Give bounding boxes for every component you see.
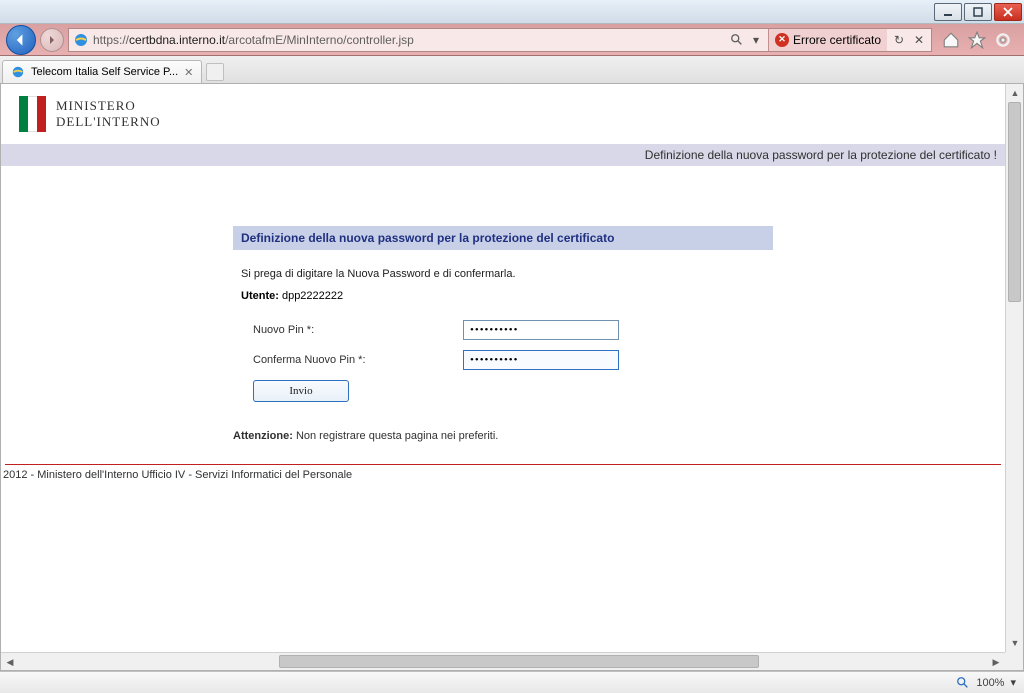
window-maximize-button[interactable] xyxy=(964,3,992,21)
favorites-star-icon[interactable] xyxy=(968,31,986,49)
vertical-scroll-thumb[interactable] xyxy=(1008,102,1021,302)
confirm-pin-input[interactable] xyxy=(463,350,619,370)
scroll-right-arrow[interactable]: ▶ xyxy=(987,653,1005,671)
ministry-logo: MINISTERO DELL'INTERNO xyxy=(1,84,1005,144)
zoom-icon[interactable] xyxy=(956,676,970,690)
dropdown-icon[interactable]: ▾ xyxy=(748,33,764,47)
browser-tab[interactable]: Telecom Italia Self Service P... ✕ xyxy=(2,60,202,83)
new-pin-input[interactable] xyxy=(463,320,619,340)
page-content: MINISTERO DELL'INTERNO Definizione della… xyxy=(1,84,1005,652)
tab-close-button[interactable]: ✕ xyxy=(184,66,193,79)
tab-favicon-icon xyxy=(11,65,25,79)
submit-button[interactable]: Invio xyxy=(253,380,349,402)
toolbar-right xyxy=(936,31,1018,49)
horizontal-scroll-thumb[interactable] xyxy=(279,655,759,668)
address-bar[interactable]: https://certbdna.interno.it/arcotafmE/Mi… xyxy=(68,28,932,52)
scroll-down-arrow[interactable]: ▼ xyxy=(1006,634,1024,652)
zoom-level: 100% xyxy=(976,677,1004,689)
new-tab-button[interactable] xyxy=(206,63,224,81)
form-instruction: Si prega di digitare la Nuova Password e… xyxy=(241,268,765,280)
user-line: Utente: dpp2222222 xyxy=(241,290,765,302)
tab-title: Telecom Italia Self Service P... xyxy=(31,66,178,78)
attention-note: Attenzione: Non registrare questa pagina… xyxy=(233,430,773,442)
scroll-left-arrow[interactable]: ◀ xyxy=(1,653,19,671)
home-icon[interactable] xyxy=(942,31,960,49)
form-title: Definizione della nuova password per la … xyxy=(233,226,773,250)
ministry-name: MINISTERO DELL'INTERNO xyxy=(56,98,161,129)
scroll-corner xyxy=(1005,652,1023,670)
nav-forward-button[interactable] xyxy=(40,28,64,52)
certificate-error-badge[interactable]: ✕ Errore certificato xyxy=(768,29,887,51)
footer-divider xyxy=(5,464,1001,465)
window-close-button[interactable] xyxy=(994,3,1022,21)
banner-message: Definizione della nuova password per la … xyxy=(1,144,1005,166)
scroll-up-arrow[interactable]: ▲ xyxy=(1006,84,1024,102)
tab-bar: Telecom Italia Self Service P... ✕ xyxy=(0,56,1024,84)
browser-window: https://certbdna.interno.it/arcotafmE/Mi… xyxy=(0,0,1024,693)
zoom-dropdown-icon[interactable]: ▾ xyxy=(1010,676,1016,689)
url-text: https://certbdna.interno.it/arcotafmE/Mi… xyxy=(93,33,726,47)
ie-logo-icon xyxy=(73,32,89,48)
username-value: dpp2222222 xyxy=(282,290,343,302)
certificate-error-text: Errore certificato xyxy=(793,33,881,47)
window-titlebar xyxy=(0,0,1024,24)
search-icon[interactable] xyxy=(730,33,744,47)
new-pin-label: Nuovo Pin *: xyxy=(253,324,463,336)
window-minimize-button[interactable] xyxy=(934,3,962,21)
footer-text: 2012 - Ministero dell'Interno Ufficio IV… xyxy=(1,469,1005,481)
password-form: Definizione della nuova password per la … xyxy=(233,226,773,442)
tools-gear-icon[interactable] xyxy=(994,31,1012,49)
stop-icon[interactable]: ✕ xyxy=(911,33,927,47)
horizontal-scrollbar[interactable]: ◀ ▶ xyxy=(1,652,1005,670)
arrow-left-icon xyxy=(14,33,28,47)
confirm-pin-label: Conferma Nuovo Pin *: xyxy=(253,354,463,366)
content-viewport: MINISTERO DELL'INTERNO Definizione della… xyxy=(0,84,1024,671)
vertical-scrollbar[interactable]: ▲ ▼ xyxy=(1005,84,1023,652)
error-x-icon: ✕ xyxy=(775,33,789,47)
italian-flag-icon xyxy=(19,96,46,132)
refresh-icon[interactable]: ↻ xyxy=(891,33,907,47)
arrow-right-icon xyxy=(47,35,57,45)
nav-back-button[interactable] xyxy=(6,25,36,55)
browser-navbar: https://certbdna.interno.it/arcotafmE/Mi… xyxy=(0,24,1024,56)
status-bar: 100% ▾ xyxy=(0,671,1024,693)
